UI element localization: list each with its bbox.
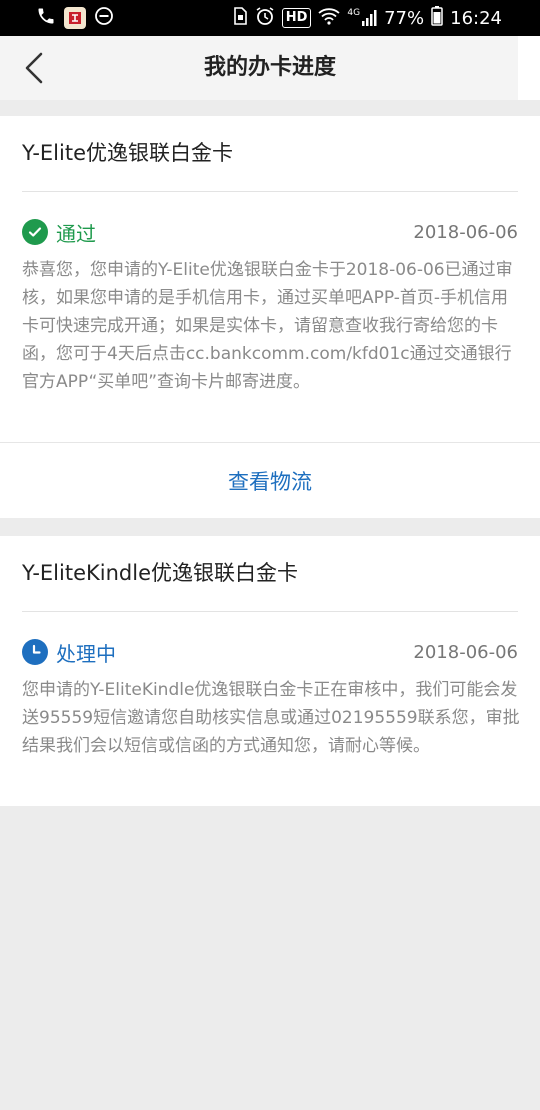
status-indicator: 通过 xyxy=(22,218,96,247)
divider xyxy=(22,611,518,612)
check-circle-icon xyxy=(22,219,48,245)
navigation-bar: 我的办卡进度 xyxy=(0,36,540,100)
status-date: 2018-06-06 xyxy=(413,641,518,663)
wifi-icon xyxy=(318,7,341,30)
back-button[interactable] xyxy=(14,48,54,88)
card-name: Y-Elite优逸银联白金卡 xyxy=(22,141,234,165)
status-description: 您申请的Y-EliteKindle优逸银联白金卡正在审核中，我们可能会发送955… xyxy=(22,680,520,756)
sim-icon xyxy=(232,6,248,30)
battery-icon xyxy=(431,5,443,31)
battery-percent: 77% xyxy=(384,7,425,29)
app-notification-icon xyxy=(64,7,86,29)
page-title: 我的办卡进度 xyxy=(203,55,336,80)
status-label: 通过 xyxy=(56,221,96,246)
status-row: 通过 2018-06-06 xyxy=(22,217,518,247)
divider xyxy=(22,191,518,192)
status-description: 恭喜您，您申请的Y-Elite优逸银联白金卡于2018-06-06已通过审核，如… xyxy=(22,260,513,392)
do-not-disturb-icon xyxy=(94,6,114,31)
view-logistics-button[interactable]: 查看物流 xyxy=(0,442,540,518)
hd-badge: HD xyxy=(281,8,312,28)
alarm-icon xyxy=(255,6,275,31)
status-label: 处理中 xyxy=(56,641,116,666)
status-row: 处理中 2018-06-06 xyxy=(22,637,518,667)
status-bar-left xyxy=(36,6,114,31)
card-name: Y-EliteKindle优逸银联白金卡 xyxy=(22,561,299,585)
status-bar-right: HD 4G 77% 16:24 xyxy=(232,5,502,31)
clock-time: 16:24 xyxy=(450,7,502,29)
status-date: 2018-06-06 xyxy=(413,221,518,243)
application-card: Y-EliteKindle优逸银联白金卡 处理中 2018-06-06 您申请的… xyxy=(0,536,540,806)
clock-icon xyxy=(22,639,48,665)
status-bar: HD 4G 77% 16:24 xyxy=(0,0,540,36)
application-card: Y-Elite优逸银联白金卡 通过 2018-06-06 恭喜您，您申请的Y-E… xyxy=(0,116,540,518)
status-indicator: 处理中 xyxy=(22,638,116,667)
chevron-left-icon xyxy=(25,52,43,84)
cellular-signal-icon: 4G xyxy=(347,9,377,27)
network-type-label: 4G xyxy=(347,8,361,18)
phone-icon xyxy=(36,6,56,31)
